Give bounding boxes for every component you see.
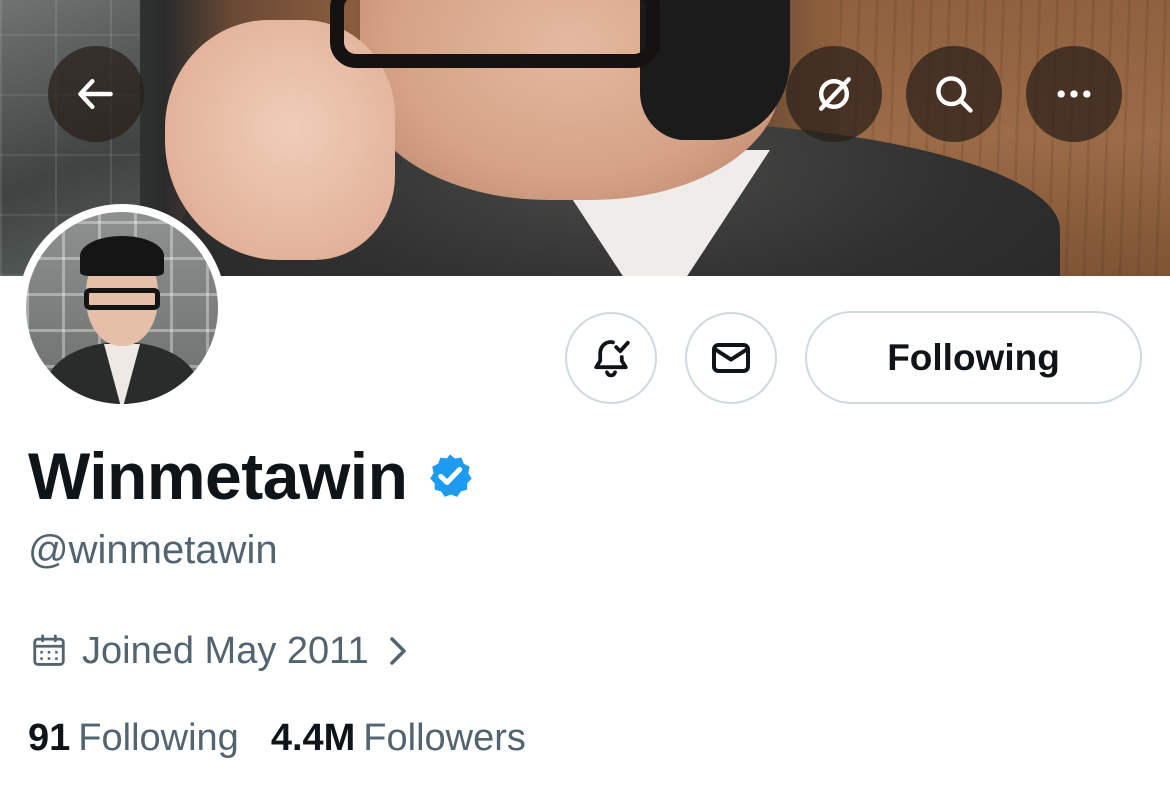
search-button[interactable] [906, 46, 1002, 142]
profile-avatar[interactable] [18, 204, 226, 412]
slashed-circle-icon [818, 77, 851, 111]
follow-stats-row: 91 Following 4.4M Followers [28, 713, 526, 763]
more-options-button[interactable] [1026, 46, 1122, 142]
avatar-glasses [84, 288, 160, 310]
profile-page: Following Winmetawin @winmetawin Joined … [0, 0, 1170, 786]
joined-date-row[interactable]: Joined May 2011 [30, 626, 413, 676]
followers-count: 4.4M [270, 717, 356, 759]
joined-date-text: Joined May 2011 [82, 630, 369, 672]
following-label: Following [78, 717, 239, 759]
display-name: Winmetawin [28, 439, 408, 513]
profile-handle: @winmetawin [28, 528, 278, 572]
message-button[interactable] [685, 312, 777, 404]
translate-button[interactable] [786, 46, 882, 142]
notifications-button[interactable] [565, 312, 657, 404]
avatar-hair [80, 236, 164, 276]
banner-glasses [330, 0, 660, 68]
envelope-icon [712, 343, 750, 373]
followers-label: Followers [363, 717, 526, 759]
following-count: 91 [28, 717, 71, 759]
display-name-row: Winmetawin [28, 437, 475, 515]
arrow-left-icon [78, 78, 113, 110]
back-button[interactable] [48, 46, 144, 142]
calendar-icon [33, 634, 65, 666]
following-stat-link[interactable]: 91 Following [28, 713, 239, 763]
bell-check-icon [594, 340, 630, 378]
more-horizontal-icon [1057, 90, 1091, 98]
followers-stat-link[interactable]: 4.4M Followers [271, 713, 526, 763]
chevron-right-icon [389, 637, 406, 665]
following-button[interactable]: Following [805, 311, 1142, 404]
search-icon [936, 76, 973, 113]
avatar-photo [26, 212, 218, 404]
verified-badge-icon[interactable] [425, 451, 475, 501]
